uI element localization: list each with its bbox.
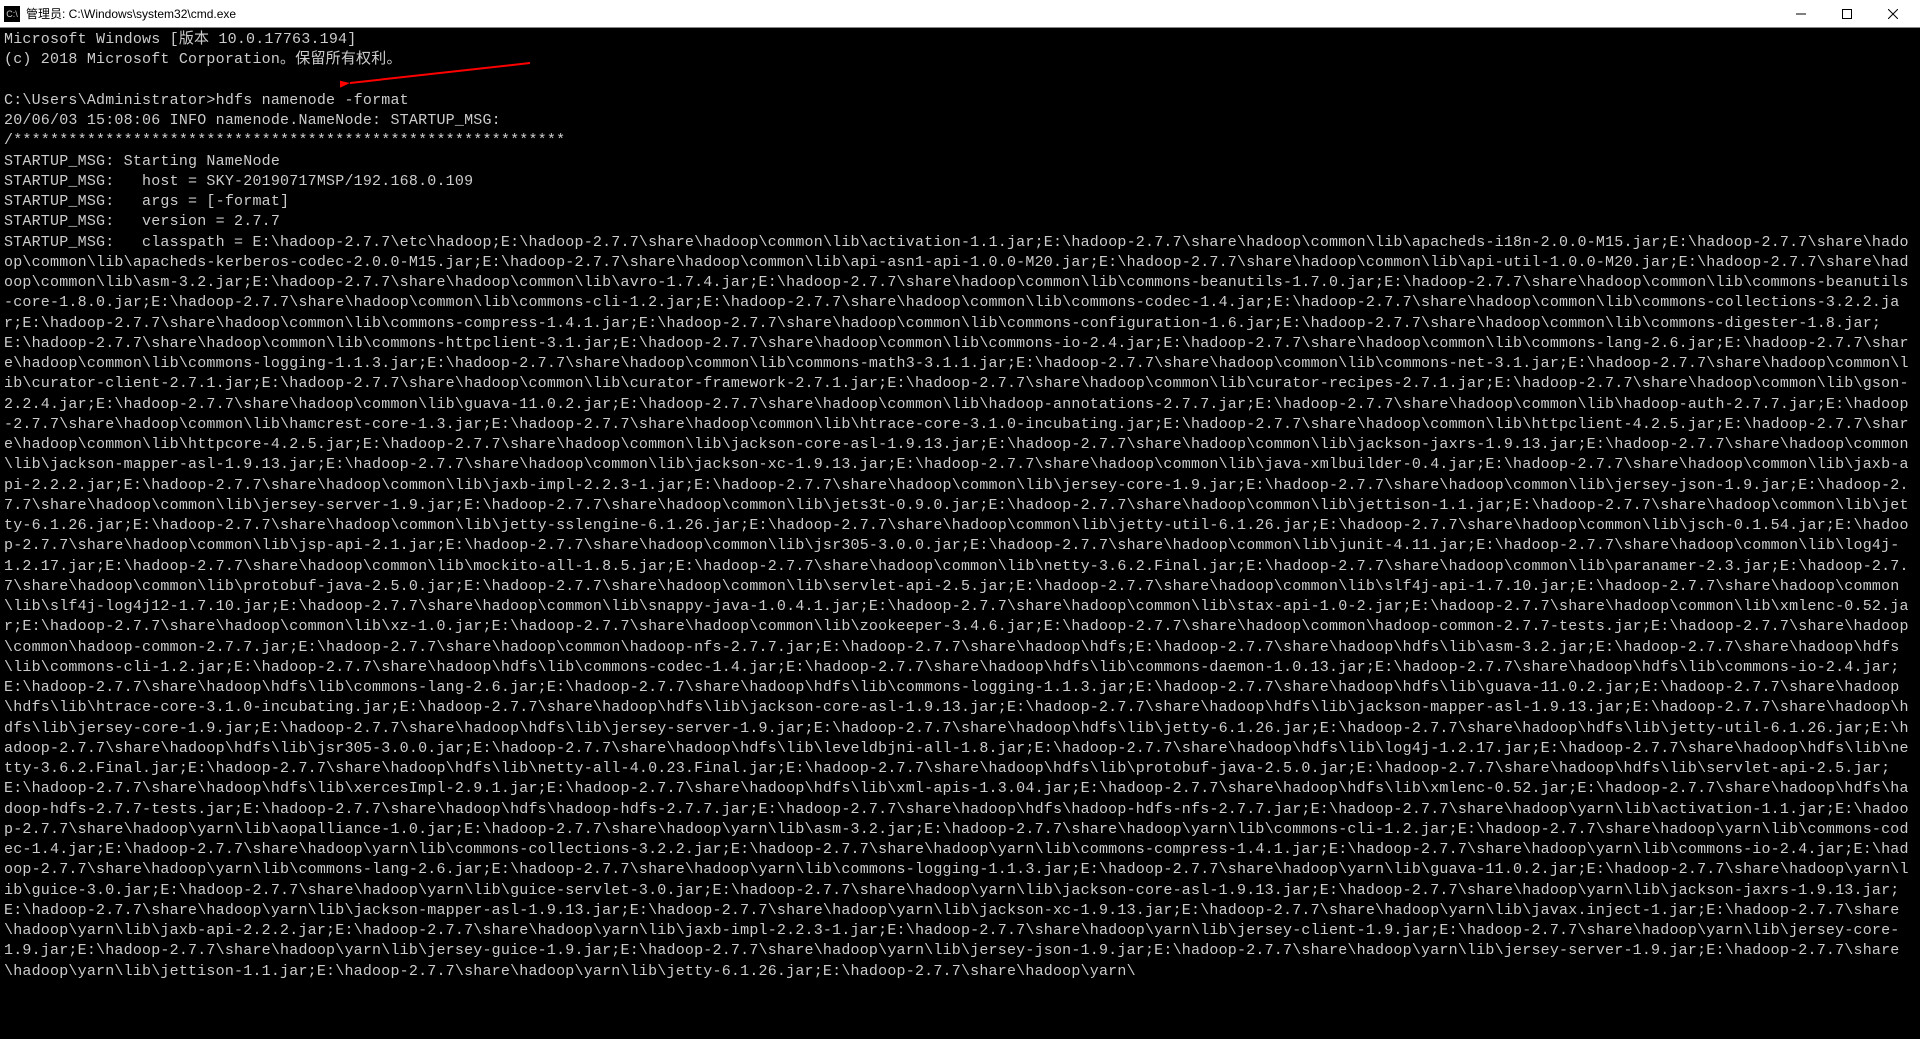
log-msg-args: STARTUP_MSG: args = [-format]: [4, 193, 289, 210]
window-titlebar: C:\ 管理员: C:\Windows\system32\cmd.exe: [0, 0, 1920, 28]
cmd-icon: C:\: [4, 6, 20, 22]
terminal-output[interactable]: Microsoft Windows [版本 10.0.17763.194] (c…: [0, 28, 1920, 1039]
minimize-button[interactable]: [1778, 0, 1824, 28]
header-line2: (c) 2018 Microsoft Corporation。保留所有权利。: [4, 51, 402, 68]
log-classpath: E:\hadoop-2.7.7\etc\hadoop;E:\hadoop-2.7…: [4, 234, 1909, 980]
prompt-path: C:\Users\Administrator>: [4, 92, 216, 109]
log-divider: /***************************************…: [4, 132, 565, 149]
log-msg-start: STARTUP_MSG: Starting NameNode: [4, 153, 280, 170]
header-line1: Microsoft Windows [版本 10.0.17763.194]: [4, 31, 356, 48]
prompt-command: hdfs namenode -format: [216, 92, 409, 109]
maximize-button[interactable]: [1824, 0, 1870, 28]
log-msg-host: STARTUP_MSG: host = SKY-20190717MSP/192.…: [4, 173, 473, 190]
close-button[interactable]: [1870, 0, 1916, 28]
window-controls: [1778, 0, 1916, 28]
log-classpath-label: STARTUP_MSG: classpath =: [4, 234, 252, 251]
window-title: 管理员: C:\Windows\system32\cmd.exe: [26, 5, 1778, 22]
log-timestamp: 20/06/03 15:08:06 INFO namenode.NameNode…: [4, 112, 501, 129]
log-msg-version: STARTUP_MSG: version = 2.7.7: [4, 213, 280, 230]
